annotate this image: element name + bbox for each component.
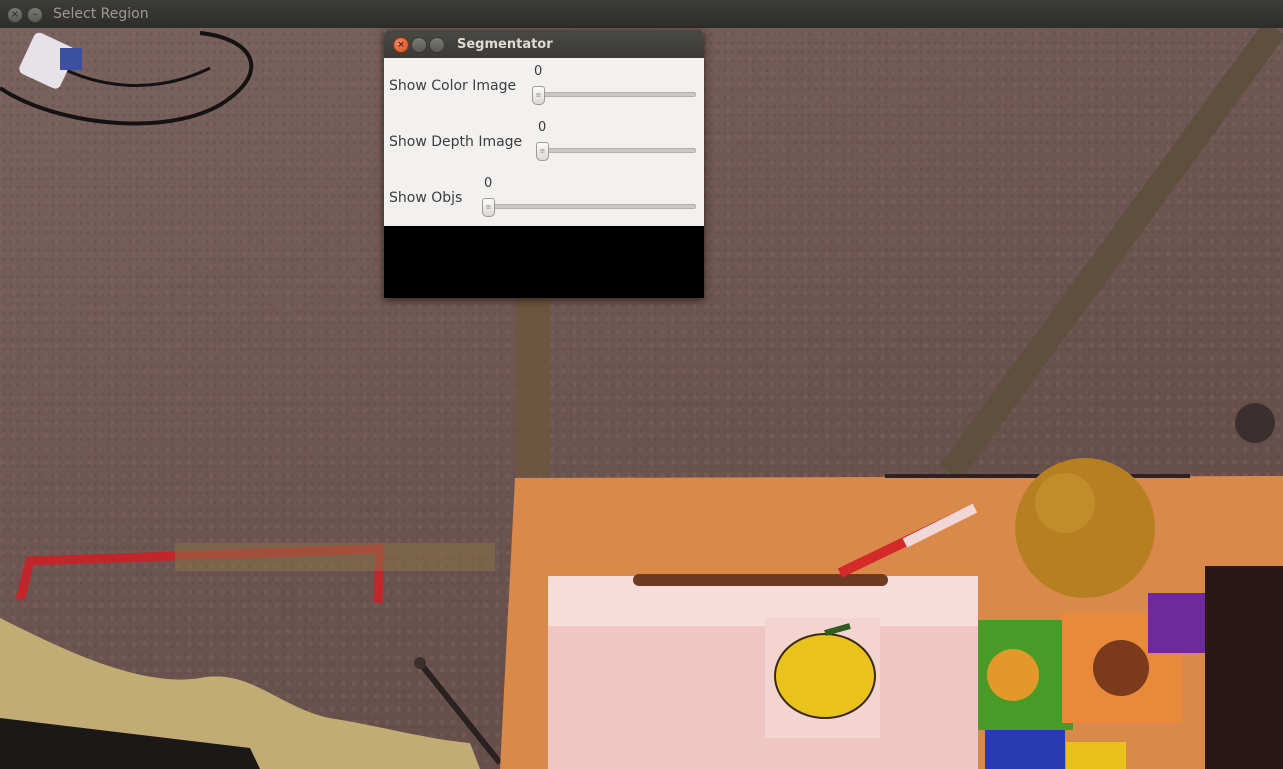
blue-block <box>985 730 1065 769</box>
metal-rod-tip <box>414 657 426 669</box>
floor-tape-diagonal <box>939 28 1283 481</box>
dark-object <box>1205 566 1283 769</box>
trackbar-thumb[interactable]: ≡ <box>482 198 495 217</box>
close-icon: × <box>10 9 20 20</box>
box-slot <box>633 574 888 586</box>
power-adapter-plug <box>60 48 82 70</box>
metal-knob <box>1235 403 1275 443</box>
main-window-close-button[interactable]: × <box>7 7 23 23</box>
segmentator-minimize-button[interactable] <box>411 37 427 53</box>
trackbar-value: 0 <box>534 64 543 79</box>
segmentator-maximize-button[interactable] <box>429 37 445 53</box>
trackbar-label: Show Objs <box>389 190 463 206</box>
trackbar-label: Show Depth Image <box>389 134 523 150</box>
minimize-icon: – <box>32 9 38 20</box>
yellow-ball-highlight <box>1035 473 1095 533</box>
trackbar-value: 0 <box>484 176 493 191</box>
yellow-ball <box>1015 458 1155 598</box>
orange-block-hole <box>1093 640 1149 696</box>
trackbar-panel: 0 Show Color Image ≡ 0 Show Depth Image … <box>384 58 704 226</box>
main-window-title: Select Region <box>53 6 149 22</box>
trackbar-label: Show Color Image <box>389 78 517 94</box>
trackbar-thumb[interactable]: ≡ <box>532 86 545 105</box>
trackbar-track[interactable] <box>484 204 696 209</box>
trackbar-track[interactable] <box>534 92 696 97</box>
floor-tape-vertical <box>516 296 550 476</box>
trackbar-value: 0 <box>538 120 547 135</box>
main-window-titlebar[interactable]: × – Select Region <box>0 0 1283 29</box>
trackbar-show-objs: 0 Show Objs ≡ <box>384 170 704 226</box>
trackbar-show-color-image: 0 Show Color Image ≡ <box>384 58 704 114</box>
trackbar-thumb[interactable]: ≡ <box>536 142 549 161</box>
segmentator-image-area <box>384 226 704 298</box>
segmentator-window[interactable]: × Segmentator 0 Show Color Image ≡ 0 Sho… <box>384 30 704 298</box>
masking-tape <box>175 543 495 571</box>
main-window-minimize-button[interactable]: – <box>27 7 43 23</box>
segmentator-title: Segmentator <box>457 37 553 52</box>
close-icon: × <box>397 40 405 50</box>
green-block-hole <box>987 649 1039 701</box>
trackbar-track[interactable] <box>538 148 696 153</box>
segmentator-titlebar[interactable]: × Segmentator <box>384 30 704 58</box>
trackbar-show-depth-image: 0 Show Depth Image ≡ <box>384 114 704 170</box>
pumpkin-picture <box>774 633 876 719</box>
yellow-block <box>1066 742 1126 769</box>
segmentator-close-button[interactable]: × <box>393 37 409 53</box>
